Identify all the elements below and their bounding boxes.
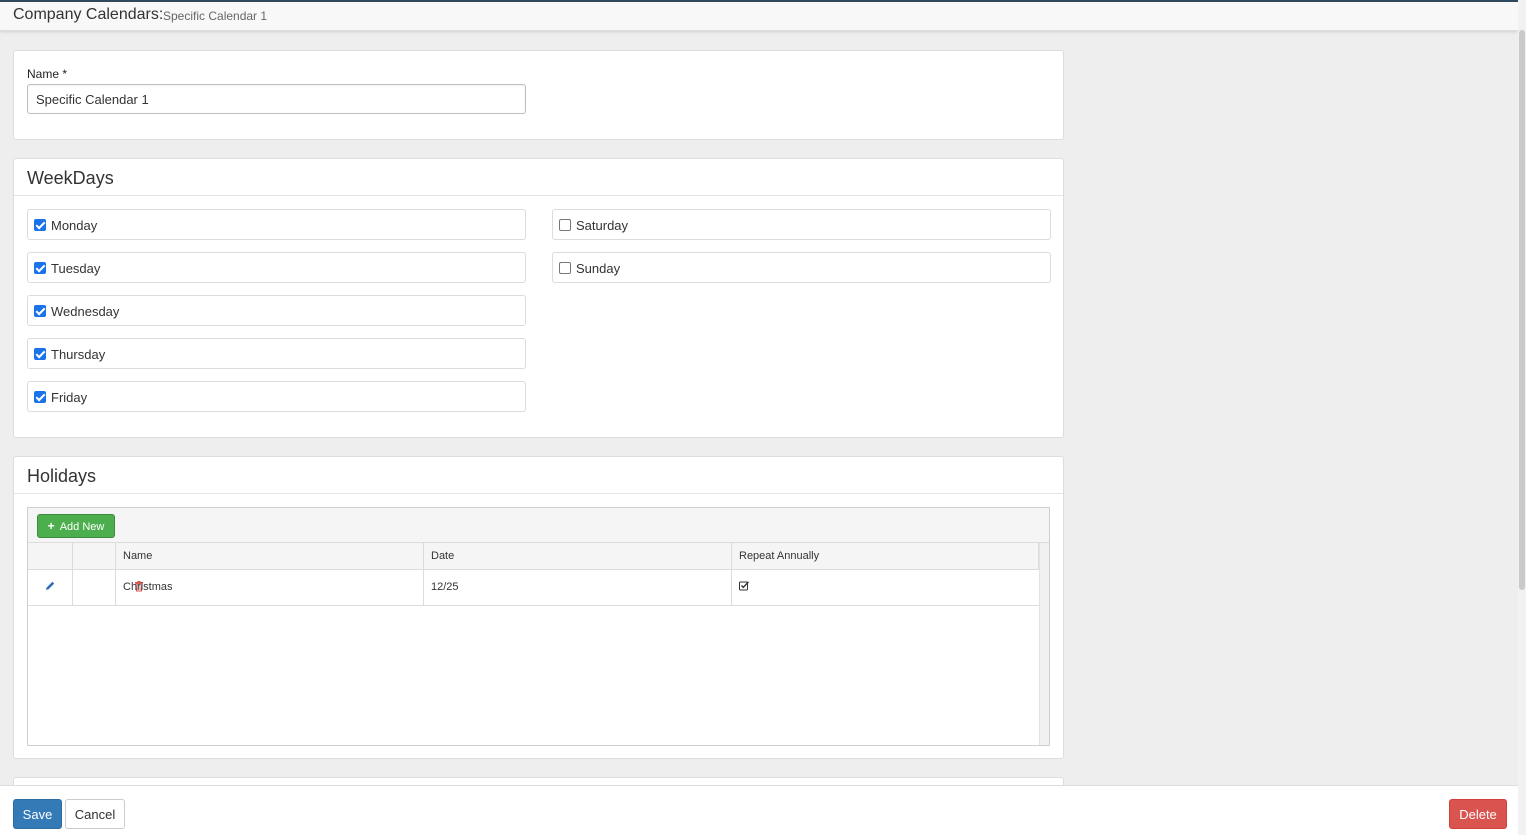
tuesday-checkbox[interactable] — [34, 262, 46, 274]
repeat-cell — [732, 570, 1039, 605]
weekday-friday[interactable]: Friday — [27, 381, 526, 412]
add-new-label: Add New — [59, 521, 105, 533]
page-title: Company Calendars: — [13, 6, 164, 23]
holidays-heading: Holidays — [14, 457, 1063, 494]
header-date[interactable]: Date — [424, 543, 732, 569]
header-delete-col — [73, 543, 116, 569]
name-panel: Name * — [13, 50, 1064, 140]
weekdays-heading: WeekDays — [14, 159, 1063, 196]
page-scrollbar[interactable] — [1518, 0, 1526, 835]
pencil-icon[interactable] — [44, 580, 56, 592]
saturday-label: Saturday — [576, 218, 629, 233]
page-subtitle: Specific Calendar 1 — [163, 9, 268, 23]
monday-checkbox[interactable] — [34, 219, 46, 231]
cancel-button[interactable]: Cancel — [65, 799, 125, 829]
wednesday-checkbox[interactable] — [34, 305, 46, 317]
date-cell: 12/25 — [424, 570, 732, 605]
table-row: Christmas 12/25 — [28, 570, 1039, 606]
holiday-date: 12/25 — [431, 581, 459, 593]
weekday-saturday[interactable]: Saturday — [552, 209, 1051, 240]
checkbox-checked-icon — [739, 581, 750, 591]
header-repeat-annually[interactable]: Repeat Annually — [732, 543, 1039, 569]
page-scrollbar-thumb[interactable] — [1519, 30, 1525, 590]
delete-cell — [73, 570, 143, 605]
delete-button[interactable]: Delete — [1449, 799, 1507, 829]
sunday-checkbox[interactable] — [559, 262, 571, 274]
footer-bar: Save Cancel Delete — [0, 785, 1518, 835]
plus-icon: + — [47, 519, 55, 533]
holiday-name: Christmas — [123, 581, 173, 593]
save-button[interactable]: Save — [13, 799, 62, 829]
tuesday-label: Tuesday — [51, 261, 101, 276]
header-repeat-label: Repeat Annually — [739, 550, 820, 562]
weekdays-panel: WeekDays Monday Tuesday Wednesday Thursd… — [13, 158, 1064, 438]
friday-checkbox[interactable] — [34, 391, 46, 403]
thursday-checkbox[interactable] — [34, 348, 46, 360]
header-name-label: Name — [123, 550, 153, 562]
header-name[interactable]: Name — [116, 543, 424, 569]
holidays-title: Holidays — [27, 466, 97, 486]
monday-label: Monday — [51, 218, 98, 233]
header-edit-col — [28, 543, 73, 569]
add-new-button[interactable]: + Add New — [37, 514, 115, 538]
name-cell: Christmas — [116, 570, 424, 605]
thursday-label: Thursday — [51, 347, 106, 362]
holidays-panel: Holidays + Add New Name Date Repeat Annua… — [13, 456, 1064, 759]
weekday-wednesday[interactable]: Wednesday — [27, 295, 526, 326]
grid-toolbar: + Add New — [28, 508, 1049, 543]
weekdays-title: WeekDays — [27, 168, 114, 188]
name-label: Name * — [27, 67, 68, 81]
name-input[interactable] — [27, 84, 526, 114]
page-header: Company Calendars: Specific Calendar 1 — [0, 2, 1518, 31]
holidays-grid: + Add New Name Date Repeat Annually Chri… — [27, 507, 1050, 746]
edit-cell — [28, 570, 73, 605]
weekday-sunday[interactable]: Sunday — [552, 252, 1051, 283]
wednesday-label: Wednesday — [51, 304, 120, 319]
weekday-monday[interactable]: Monday — [27, 209, 526, 240]
grid-header-row: Name Date Repeat Annually — [28, 543, 1039, 570]
saturday-checkbox[interactable] — [559, 219, 571, 231]
weekday-thursday[interactable]: Thursday — [27, 338, 526, 369]
grid-scrollbar[interactable] — [1039, 543, 1049, 745]
header-date-label: Date — [431, 550, 455, 562]
weekday-tuesday[interactable]: Tuesday — [27, 252, 526, 283]
friday-label: Friday — [51, 390, 88, 405]
sunday-label: Sunday — [576, 261, 621, 276]
